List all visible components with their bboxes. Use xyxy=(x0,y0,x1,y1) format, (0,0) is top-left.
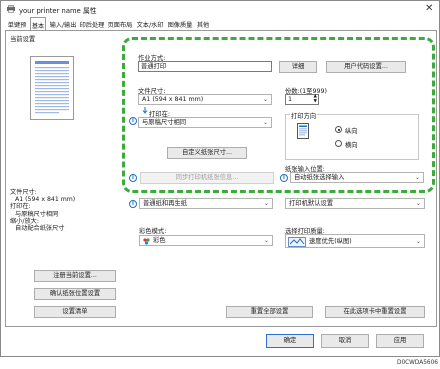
orientation-label: 打印方向 xyxy=(290,111,318,120)
print-on-value: 与原稿尺寸相同 xyxy=(142,119,187,126)
job-type-field[interactable]: 普通打印 xyxy=(138,61,272,72)
arrow-down-icon xyxy=(142,107,148,114)
paper-type-select[interactable]: 普通纸和再生纸 ⌄ xyxy=(139,198,273,209)
spin-arrows-icon[interactable]: ▲ ▼ xyxy=(314,94,317,104)
tab-input-output[interactable]: 输入/输出 xyxy=(49,18,77,30)
apply-button[interactable]: 应用 xyxy=(376,334,424,348)
print-quality-value: 速度优先(纵图) xyxy=(309,238,352,245)
document-size-value: A1 (594 x 841 mm) xyxy=(142,96,204,103)
user-code-settings-button[interactable]: 用户代码设置... xyxy=(326,61,406,73)
tab-finishing[interactable]: 印后处理 xyxy=(79,18,105,30)
copies-spinner[interactable]: 1 ▲ ▼ xyxy=(285,94,319,105)
print-on-select[interactable]: 与原稿尺寸相同 ⌄ xyxy=(138,117,272,128)
document-size-select[interactable]: A1 (594 x 841 mm) ⌄ xyxy=(138,94,272,105)
current-setting-label: 当前设置 xyxy=(10,36,36,43)
print-quality-select[interactable]: 速度优先(纵图) ⌄ xyxy=(285,234,425,248)
settings-list-button[interactable]: 设置清单 xyxy=(34,306,116,318)
printer-default-value: 打印机默认设置 xyxy=(289,200,334,207)
tab-page-layout[interactable]: 页面布局 xyxy=(107,18,133,30)
chevron-down-icon: ⌄ xyxy=(262,119,268,126)
paper-type-value: 普通纸和再生纸 xyxy=(143,200,188,207)
chevron-down-icon: ⌄ xyxy=(263,200,269,207)
paper-source-select[interactable]: 自动纸张选择输入 ⌄ xyxy=(290,172,424,183)
chevron-down-icon: ⌄ xyxy=(263,237,269,244)
tab-one-click-presets[interactable]: 单键预设 xyxy=(5,18,29,38)
tab-text-watermark[interactable]: 文本/水印 xyxy=(135,18,165,30)
color-mode-select[interactable]: 彩色 ⌄ xyxy=(139,235,273,246)
printer-properties-window: your printer name 属性 ✕ 单键预设 基本 输入/输出 印后处… xyxy=(0,0,440,357)
info-icon: i xyxy=(129,200,137,208)
info-icon: i xyxy=(129,174,137,182)
chevron-down-icon: ⌄ xyxy=(415,200,421,207)
current-settings-summary: 文件尺寸: A1 (594 x 841 mm) 打印在: 与原稿尺寸相同 缩小/… xyxy=(10,189,75,232)
document-preview-icon xyxy=(35,61,69,114)
ok-button[interactable]: 确定 xyxy=(266,334,314,348)
tab-image-quality[interactable]: 图像质量 xyxy=(167,18,193,30)
close-icon[interactable]: ✕ xyxy=(425,3,433,14)
summary-line: 缩小/放大: xyxy=(10,217,39,225)
cancel-button[interactable]: 取消 xyxy=(321,334,369,348)
portrait-page-icon xyxy=(297,123,309,139)
reset-tab-settings-button[interactable]: 在此选项卡中重置设置 xyxy=(325,306,425,318)
printer-icon xyxy=(7,5,15,13)
window-title: your printer name 属性 xyxy=(19,7,97,15)
copies-value: 1 xyxy=(288,96,293,103)
info-icon: i xyxy=(280,174,288,182)
reset-all-settings-button[interactable]: 重置全部设置 xyxy=(226,306,313,318)
confirm-paper-position-button[interactable]: 确认纸张位置设置 xyxy=(34,288,116,300)
title-bar: your printer name 属性 ✕ xyxy=(1,1,439,17)
quality-icon xyxy=(288,236,306,247)
color-mode-label: 彩色模式: xyxy=(139,228,167,235)
summary-line: 自动配合纸张尺寸 xyxy=(15,225,65,233)
paper-source-value: 自动纸张选择输入 xyxy=(294,174,345,181)
landscape-label: 横向 xyxy=(345,142,358,149)
chevron-down-icon: ⌄ xyxy=(414,174,420,181)
color-palette-icon xyxy=(143,237,150,245)
sync-paper-info-button[interactable]: 同步打印机纸张信息... xyxy=(140,172,274,184)
details-button[interactable]: 详细 xyxy=(279,61,317,73)
summary-line: 文件尺寸: xyxy=(10,189,37,196)
figure-id: D0CWDA5606 xyxy=(396,360,438,366)
tab-other[interactable]: 其他 xyxy=(195,18,211,30)
printer-default-select[interactable]: 打印机默认设置 ⌄ xyxy=(285,198,425,209)
page-preview xyxy=(30,56,74,120)
summary-line: 与原稿尺寸相同 xyxy=(15,210,59,218)
custom-paper-size-button[interactable]: 自定义纸张尺寸... xyxy=(167,147,247,159)
chevron-down-icon: ⌄ xyxy=(415,238,421,245)
register-current-settings-button[interactable]: 注册当前设置... xyxy=(34,270,116,282)
tab-basic[interactable]: 基本 xyxy=(30,17,46,30)
portrait-radio[interactable] xyxy=(335,126,342,133)
chevron-down-icon: ⌄ xyxy=(262,96,268,103)
portrait-label: 纵向 xyxy=(345,128,358,135)
landscape-radio[interactable] xyxy=(335,140,342,147)
summary-line: 打印在: xyxy=(10,203,31,211)
info-icon: i xyxy=(129,117,137,125)
